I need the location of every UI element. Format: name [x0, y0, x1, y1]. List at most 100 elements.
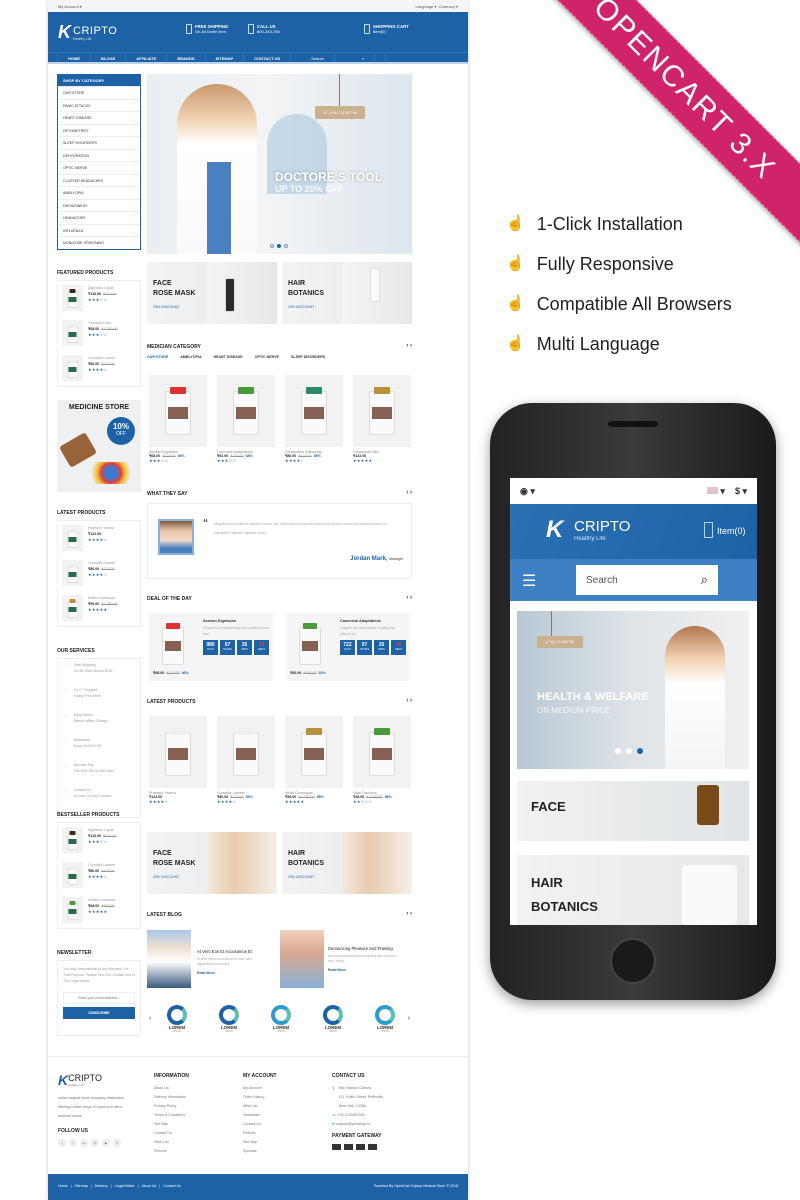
- promo-banner[interactable]: FACE ROSE MASK 25% DISCOUNT: [147, 262, 277, 324]
- footer-link[interactable]: Newsletter: [243, 1111, 277, 1120]
- product-image[interactable]: [217, 716, 275, 788]
- product-image[interactable]: [62, 525, 83, 551]
- hero-slider[interactable]: ☏ (+91) 23 567 80 DOCTORE'S TOOL UP TO 2…: [147, 74, 412, 254]
- slider-dot-active[interactable]: [277, 244, 281, 248]
- search-icon[interactable]: ⌕: [352, 53, 376, 62]
- footer-link[interactable]: Site Map: [243, 1138, 277, 1147]
- mini-product[interactable]: Convallis Laoreet ₹80.00 ₹122.00 ★★★★☆: [58, 556, 140, 591]
- deal-card[interactable]: Canonical Adaptations Imagine the advanta…: [286, 613, 410, 681]
- category-item[interactable]: CLUSTER HEADACHES: [58, 173, 140, 187]
- slider-dot[interactable]: [626, 748, 632, 754]
- my-account-dropdown[interactable]: My Account ▾: [58, 4, 82, 9]
- blog-title[interactable]: Denouncing Pleasure And Praising: [328, 945, 398, 952]
- product-card[interactable]: Convallis Laoreet ₹80.00 ₹122.00 35% ★★★★☆: [217, 716, 275, 804]
- product-image[interactable]: [285, 375, 343, 447]
- blog-post[interactable]: Denouncing Pleasure And Praising denounci…: [280, 930, 410, 990]
- footer-link[interactable]: Contact Us: [243, 1120, 277, 1129]
- product-image[interactable]: [62, 862, 83, 888]
- footer-link[interactable]: Wish List: [154, 1138, 189, 1147]
- product-card[interactable]: Aenean Dignissim ₹68.00 ₹123.00 46% ★★★☆☆: [149, 375, 207, 463]
- footer-link[interactable]: Privacy Policy: [154, 1102, 189, 1111]
- user-icon[interactable]: ◉ ▾: [520, 486, 535, 497]
- youtube-icon[interactable]: ▶: [102, 1139, 110, 1147]
- category-item[interactable]: HEADACHES: [58, 211, 140, 224]
- google-plus-icon[interactable]: G+: [80, 1139, 88, 1147]
- mini-product[interactable]: Convallis Laoreet ₹80.00 ₹122.00 ★★★★☆: [58, 858, 140, 893]
- carousel-arrows[interactable]: ‹ ›: [406, 343, 412, 349]
- category-item[interactable]: AMBLYOPIA: [58, 186, 140, 199]
- category-tab[interactable]: AMBLYOPIA: [180, 355, 201, 359]
- blog-image[interactable]: [280, 930, 324, 988]
- brand-logo[interactable]: LOREM IPSUM: [165, 1005, 189, 1033]
- product-image[interactable]: [149, 375, 207, 447]
- product-image[interactable]: [149, 716, 207, 788]
- mini-product[interactable]: Dignissim Ligula ₹116.00 ₹122.00 ★★★☆☆: [58, 823, 140, 858]
- category-item[interactable]: HEART DISEASE: [58, 111, 140, 124]
- footer-link[interactable]: Delivery Information: [154, 1093, 189, 1102]
- deal-product-name[interactable]: Aenean Dignissim: [203, 619, 269, 623]
- footer-bottom-link[interactable]: Home: [58, 1184, 68, 1188]
- category-tab[interactable]: SLEEP DISORDERS: [291, 355, 325, 359]
- nav-blogs[interactable]: BLOGS: [91, 53, 127, 62]
- category-item[interactable]: OPTOMETRIST: [58, 123, 140, 137]
- search-input[interactable]: Search ⌕: [291, 53, 387, 62]
- promo-banner[interactable]: FACE ROSE MASK 25% DISCOUNT: [147, 832, 277, 894]
- brand-logo[interactable]: LOREM IPSUM: [321, 1005, 345, 1033]
- nav-brands[interactable]: BRANDS: [167, 53, 206, 62]
- mobile-search-input[interactable]: Search ⌕: [576, 565, 718, 595]
- blog-post[interactable]: At Vero Eos Et Accusamus Et At vero eos e…: [147, 930, 277, 990]
- mini-product[interactable]: Dignissim Ligula ₹116.00 ₹122.00 ★★★☆☆: [58, 281, 140, 316]
- category-item[interactable]: INFLUENZA: [58, 223, 140, 237]
- product-image[interactable]: [62, 560, 83, 586]
- slider-dot-active[interactable]: [637, 748, 643, 754]
- product-card[interactable]: Praesent Viverra ₹122.00 ★★★★☆: [149, 716, 207, 804]
- product-image[interactable]: [62, 897, 83, 923]
- footer-link[interactable]: Specials: [243, 1147, 277, 1156]
- carousel-arrows[interactable]: ‹ ›: [406, 595, 412, 601]
- footer-bottom-link[interactable]: Delivery: [95, 1184, 108, 1188]
- deal-card[interactable]: Aenean Dignissim iPhone is a revolutionar…: [149, 613, 273, 681]
- carousel-arrows[interactable]: ‹ ›: [406, 490, 412, 496]
- product-card[interactable]: Mollis Consequat ₹59.60 ₹1,060.00 95% ★★★★★: [285, 716, 343, 804]
- subscribe-button[interactable]: SUBSCRIBE: [63, 1007, 135, 1019]
- product-card[interactable]: Consectetur Adipiscing ₹80.00 ₹122.00 35% ★★…: [285, 375, 343, 463]
- nav-home[interactable]: HOME: [58, 53, 91, 62]
- category-item[interactable]: DEHYDRATION: [58, 148, 140, 162]
- facebook-icon[interactable]: f: [58, 1139, 66, 1147]
- product-image[interactable]: [353, 716, 411, 788]
- product-card[interactable]: Canonical Adaptations ₹92.00 ₹242.00 63% ★★★…: [217, 375, 275, 463]
- footer-link[interactable]: Contact Us: [154, 1129, 189, 1138]
- carousel-arrows[interactable]: ‹ ›: [406, 911, 412, 917]
- footer-link[interactable]: About Us: [154, 1084, 189, 1093]
- product-card[interactable]: Consequat Nibh ₹122.00 ★★★★★: [353, 375, 411, 463]
- mobile-banner-hair[interactable]: HAIR BOTANICS: [517, 855, 749, 925]
- search-icon[interactable]: ⌕: [701, 572, 708, 588]
- mini-product[interactable]: Mollis Consequat ₹59.60 ₹1,060.00 ★★★★★: [58, 591, 140, 626]
- medicine-store-banner[interactable]: MEDICINE STORE 10% OFF: [57, 400, 141, 492]
- category-tab[interactable]: OPTIC NERVE: [255, 355, 279, 359]
- currency-dropdown[interactable]: Currency ▾: [439, 4, 458, 9]
- mini-product[interactable]: Tincidunt Dolor ₹68.00 ₹1,050.00 ★★★☆☆: [58, 316, 140, 351]
- read-more-link[interactable]: Read More: [197, 971, 267, 975]
- brand-prev-arrow[interactable]: ‹: [149, 1015, 151, 1022]
- twitter-icon[interactable]: t: [69, 1139, 77, 1147]
- shopping-cart[interactable]: SHOPPING CART Item(0): [364, 24, 409, 34]
- footer-bottom-link[interactable]: Contact Us: [163, 1184, 181, 1188]
- brand-logo[interactable]: LOREM IPSUM: [217, 1005, 241, 1033]
- blog-title[interactable]: At Vero Eos Et Accusamus Et: [197, 948, 267, 955]
- language-dropdown[interactable]: Language ▾: [415, 4, 436, 9]
- mini-product[interactable]: Convallis Laoreet ₹80.00 ₹122.00 ★★★★☆: [58, 351, 140, 386]
- newsletter-email-input[interactable]: [63, 992, 135, 1004]
- category-item[interactable]: SLEEP DISORDERS: [58, 136, 140, 149]
- currency-dropdown[interactable]: $: [735, 486, 740, 496]
- footer-link[interactable]: Returns: [154, 1147, 189, 1156]
- footer-link[interactable]: Returns: [243, 1129, 277, 1138]
- flag-icon[interactable]: [706, 486, 718, 494]
- brand-logo[interactable]: LOREM IPSUM: [373, 1005, 397, 1033]
- home-button[interactable]: [610, 938, 656, 984]
- product-image[interactable]: [62, 827, 83, 853]
- footer-link[interactable]: My Account: [243, 1084, 277, 1093]
- product-image[interactable]: [285, 716, 343, 788]
- product-card[interactable]: Vitae Faucibus ₹48.00 ₹2,000.00 98% ★★☆☆☆: [353, 716, 411, 804]
- mobile-banner-face[interactable]: FACE: [517, 781, 749, 841]
